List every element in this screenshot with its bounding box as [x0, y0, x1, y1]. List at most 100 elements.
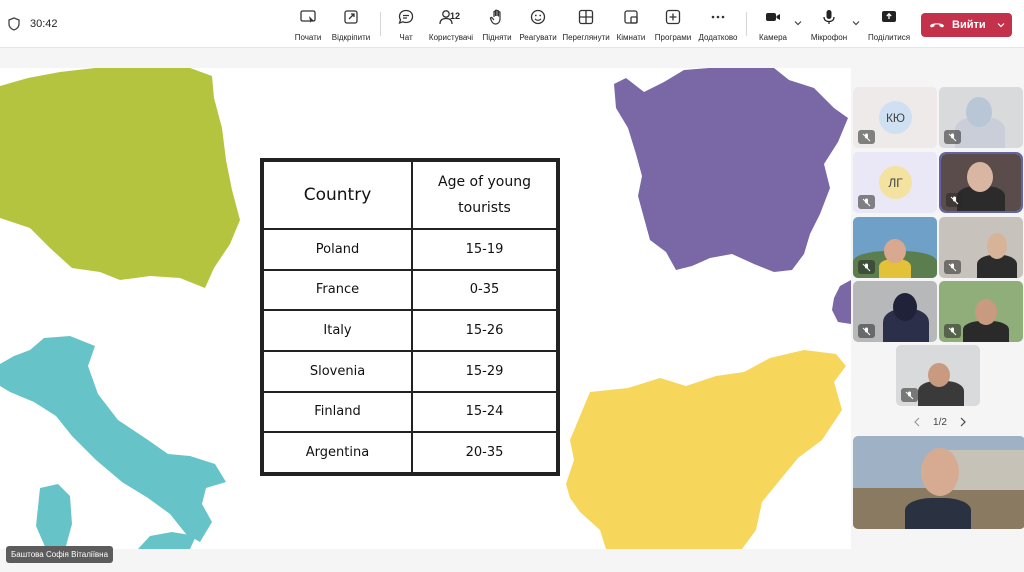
france-map [614, 68, 848, 272]
participant-video [975, 299, 997, 325]
share-screen-icon [882, 11, 896, 22]
apps-button[interactable]: Програми [655, 8, 691, 42]
presenter-name-tag: Баштова Софія Віталіївна [6, 546, 114, 563]
mic-off-icon [944, 260, 961, 274]
participant-video-tile[interactable] [896, 345, 980, 406]
mic-off-icon [946, 193, 963, 207]
participant-video [893, 293, 917, 321]
people-count: 12 [450, 11, 461, 21]
country-cell: Finland [262, 390, 413, 434]
rooms-button[interactable]: Кімнати [616, 8, 646, 42]
table-row: Slovenia 15-29 [262, 349, 558, 393]
view-button[interactable]: Переглянути [562, 8, 610, 42]
participant-video-tile[interactable] [939, 87, 1023, 148]
participant-video [928, 363, 950, 387]
chevron-left-icon[interactable] [912, 416, 922, 428]
slovenia-map [566, 350, 846, 549]
mic-off-icon [901, 388, 918, 402]
detach-label: Відкріпити [331, 33, 371, 42]
country-cell: Slovenia [262, 349, 413, 393]
age-column-header: Age of young tourists [411, 160, 558, 230]
camera-label: Камера [759, 33, 787, 42]
self-view-tile[interactable] [853, 436, 1024, 529]
participant-video-tile[interactable] [939, 152, 1023, 213]
monitor-icon [300, 10, 316, 23]
table-header-row: Country Age of young tourists [262, 160, 558, 230]
chevron-down-icon[interactable] [794, 19, 802, 27]
mic-off-icon [858, 260, 875, 274]
chat-label: Чат [399, 33, 413, 42]
camera-icon [766, 13, 780, 21]
mic-off-icon [944, 324, 961, 338]
age-cell: 15-19 [411, 228, 558, 271]
participant-video [884, 239, 906, 263]
participant-video [966, 97, 992, 127]
start-button[interactable]: Почати [294, 8, 322, 42]
people-label: Користувачі [428, 33, 474, 42]
more-button[interactable]: Додатково [698, 8, 738, 42]
share-label: Поділитися [867, 33, 911, 42]
self-video [905, 498, 971, 529]
participant-video-tile[interactable] [939, 217, 1023, 278]
start-label: Почати [294, 33, 322, 42]
raise-label: Підняти [482, 33, 512, 42]
phone-hangup-icon [930, 23, 944, 28]
chat-button[interactable]: Чат [396, 8, 416, 42]
table-row: France 0-35 [262, 268, 558, 312]
apps-label: Програми [654, 33, 692, 42]
participant-video-tile[interactable] [853, 281, 937, 342]
detach-button[interactable]: Відкріпити [331, 8, 371, 42]
microphone-icon [823, 10, 835, 24]
participant-video [967, 162, 993, 192]
toolbar-divider [746, 12, 747, 36]
chevron-right-icon[interactable] [958, 416, 968, 428]
country-cell: Poland [262, 228, 413, 271]
rooms-label: Кімнати [616, 33, 646, 42]
shield-icon [8, 17, 20, 31]
participant-video-tile[interactable] [853, 217, 937, 278]
table-row: Italy 15-26 [262, 309, 558, 352]
toolbar-divider [380, 12, 381, 36]
age-cell: 15-24 [411, 390, 558, 434]
gallery-pager: 1/2 [912, 414, 968, 430]
rooms-icon [624, 10, 638, 24]
meeting-timer: 30:42 [30, 18, 58, 30]
table-row: Finland 15-24 [262, 390, 558, 434]
leave-button[interactable]: Вийти [921, 13, 1012, 37]
more-label: Додатково [698, 33, 738, 42]
age-cell: 15-26 [411, 309, 558, 352]
react-button[interactable]: Реагувати [519, 8, 557, 42]
country-cell: France [262, 268, 413, 312]
add-app-icon [665, 9, 681, 25]
chevron-down-icon[interactable] [852, 19, 860, 27]
participant-tile[interactable]: КЮ [853, 87, 937, 148]
view-label: Переглянути [562, 33, 610, 42]
mic-off-icon [858, 324, 875, 338]
raise-hand-button[interactable]: Підняти [482, 8, 512, 42]
table-row: Poland 15-19 [262, 228, 558, 271]
page-indicator: 1/2 [933, 416, 947, 428]
meeting-toolbar: 30:42 Почати Відкріпити Чат 12 Користува… [0, 0, 1024, 48]
country-column-header: Country [262, 160, 413, 230]
shared-slide: Country Age of young tourists Poland 15-… [0, 68, 851, 549]
grid-view-icon [578, 9, 594, 25]
poland-map [0, 68, 240, 288]
microphone-button[interactable]: Мікрофон [811, 8, 847, 42]
country-cell: Argentina [262, 431, 413, 474]
avatar: КЮ [879, 101, 912, 134]
camera-button[interactable]: Камера [759, 8, 787, 42]
smiley-icon [530, 9, 546, 25]
country-cell: Italy [262, 309, 413, 352]
age-cell: 20-35 [411, 431, 558, 474]
chevron-down-icon[interactable] [997, 21, 1005, 29]
participant-tile[interactable]: ЛГ [853, 152, 937, 213]
participant-video [987, 233, 1007, 259]
mic-label: Мікрофон [810, 33, 848, 42]
italy-map [0, 336, 226, 549]
participant-video-tile[interactable] [939, 281, 1023, 342]
self-video [921, 448, 959, 496]
mic-off-icon [944, 130, 961, 144]
corsica-map [832, 280, 851, 324]
people-button[interactable]: 12 Користувачі [429, 8, 473, 42]
share-button[interactable]: Поділитися [868, 8, 910, 42]
